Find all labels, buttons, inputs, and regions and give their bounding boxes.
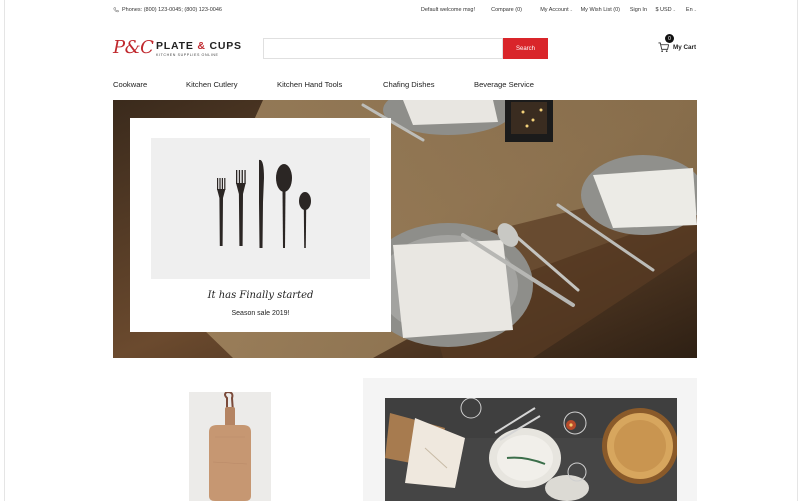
language-switcher[interactable]: En⌄ <box>686 7 697 13</box>
my-account-label: My Account <box>540 7 569 13</box>
language-label: En <box>685 7 693 13</box>
chevron-down-icon: ⌄ <box>569 7 573 12</box>
chevron-down-icon: ⌄ <box>672 7 676 12</box>
tableware-image <box>385 398 677 501</box>
cutlery-set-image <box>217 159 311 248</box>
nav-item-kitchen-hand-tools[interactable]: Kitchen Hand Tools <box>277 80 342 89</box>
wishlist-link[interactable]: My Wish List (0) <box>581 7 620 13</box>
phones-info: Phones: (800) 123-0045; (800) 123-0046 <box>113 7 222 13</box>
phone-icon <box>113 7 119 13</box>
cart-label: My Cart <box>673 44 697 51</box>
sign-in-link[interactable]: Sign In <box>630 7 647 13</box>
cutting-board-image <box>209 392 251 501</box>
cutlery-image <box>151 138 370 279</box>
site-logo[interactable]: P&C PLATE & CUPS KITCHEN SUPPLIES ONLINE <box>113 37 243 62</box>
mini-cart[interactable]: 0 My Cart <box>658 34 700 54</box>
phones-text: Phones: (800) 123-0045; (800) 123-0046 <box>122 7 222 13</box>
my-account-menu[interactable]: My Account⌄ <box>540 7 573 13</box>
logo-monogram: P&C <box>113 37 154 58</box>
hero-subtitle: Season sale 2019! <box>231 310 290 317</box>
top-bar: Phones: (800) 123-0045; (800) 123-0046 D… <box>113 6 697 18</box>
hero-banner[interactable]: It has Finally started Season sale 2019! <box>113 100 697 358</box>
currency-label: $ USD <box>655 7 672 13</box>
compare-link[interactable]: Compare (0) <box>491 7 522 13</box>
search-input[interactable] <box>263 38 503 59</box>
cart-icon <box>658 42 669 52</box>
chevron-down-icon: ⌄ <box>693 7 697 12</box>
hero-promo-card: It has Finally started Season sale 2019! <box>130 118 391 332</box>
hero-title: It has Finally started <box>207 290 314 301</box>
logo-tagline: KITCHEN SUPPLIES ONLINE <box>156 53 219 57</box>
welcome-message: Default welcome msg! <box>420 7 475 13</box>
currency-switcher[interactable]: $ USD⌄ <box>655 7 676 13</box>
tableware-promo[interactable] <box>385 398 677 501</box>
cart-count-badge: 0 <box>665 34 674 43</box>
nav-item-cookware[interactable]: Cookware <box>113 80 147 89</box>
search-button[interactable]: Search <box>503 38 548 59</box>
nav-item-kitchen-cutlery[interactable]: Kitchen Cutlery <box>186 80 238 89</box>
cutting-board-promo[interactable] <box>189 392 271 501</box>
nav-item-beverage-service[interactable]: Beverage Service <box>474 80 534 89</box>
nav-item-chafing-dishes[interactable]: Chafing Dishes <box>383 80 435 89</box>
logo-name: PLATE & CUPS <box>156 40 242 52</box>
